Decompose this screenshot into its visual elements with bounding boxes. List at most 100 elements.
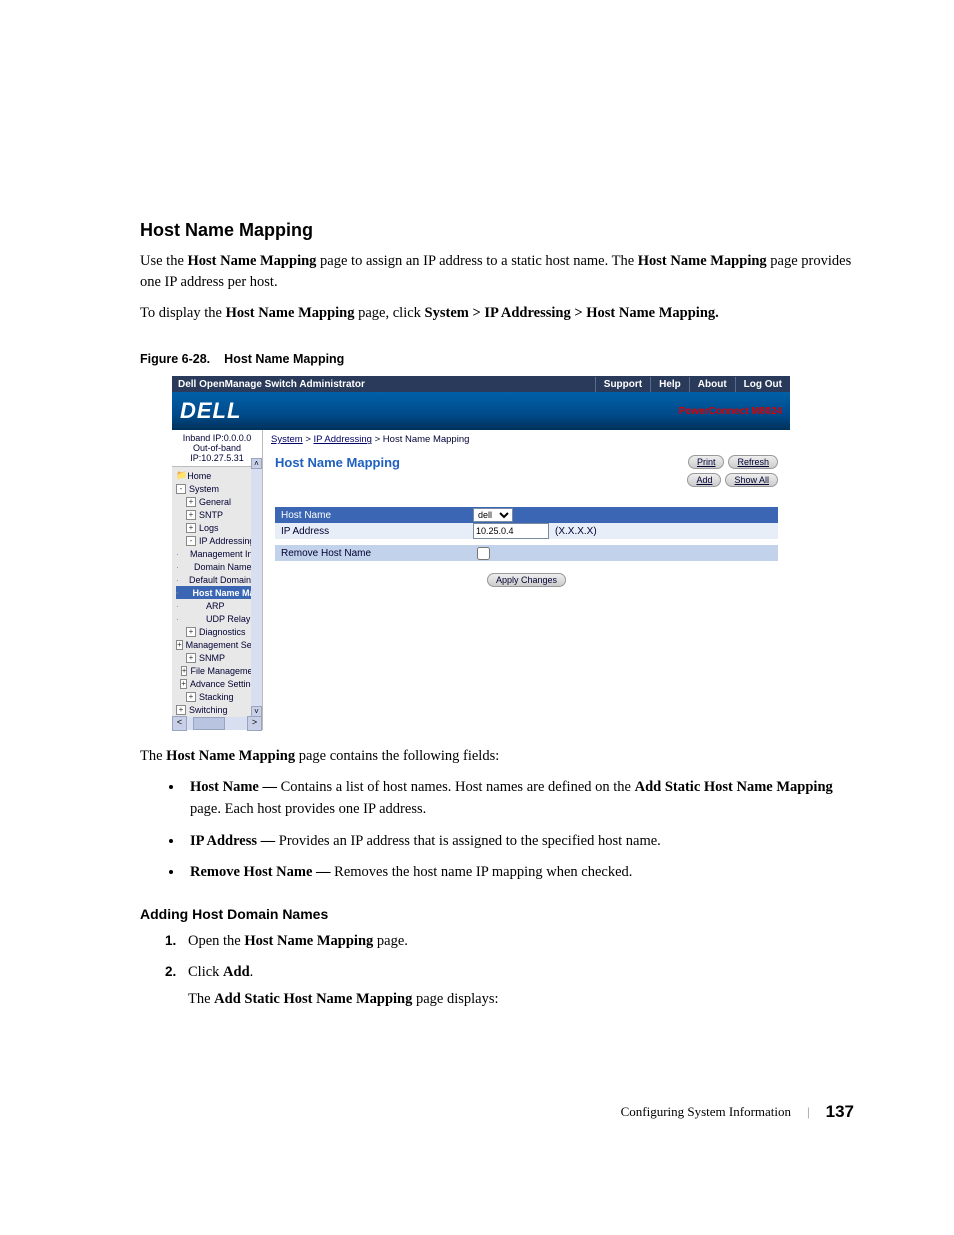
text-bold: Add Static Host Name Mapping — [635, 779, 833, 795]
steps-list: Open the Host Name Mapping page. Click A… — [140, 930, 854, 1012]
expand-icon[interactable]: + — [186, 692, 196, 702]
text: page contains the following fields: — [295, 748, 499, 764]
app-title: Dell OpenManage Switch Administrator — [172, 379, 595, 390]
tree-system[interactable]: -System — [176, 482, 260, 495]
tree-logs[interactable]: +Logs — [176, 521, 260, 534]
tree-general[interactable]: +General — [176, 495, 260, 508]
tree-file-management[interactable]: +File Management — [176, 664, 260, 677]
footer-separator: | — [807, 1104, 810, 1120]
text-bold: Host Name Mapping — [188, 253, 317, 269]
refresh-button[interactable]: Refresh — [728, 455, 778, 469]
step-item: Click Add. The Add Static Host Name Mapp… — [180, 961, 854, 1011]
tree-home[interactable]: 📁Home — [176, 469, 260, 482]
support-link[interactable]: Support — [595, 377, 650, 392]
logout-link[interactable]: Log Out — [735, 377, 790, 392]
section-heading: Host Name Mapping — [140, 220, 854, 241]
figure-title: Host Name Mapping — [224, 352, 344, 366]
tree-advance-settings[interactable]: +Advance Settings — [176, 677, 260, 690]
tree-stacking[interactable]: +Stacking — [176, 690, 260, 703]
banner: DELL PowerConnect M8024 — [172, 392, 790, 430]
footer-section: Configuring System Information — [621, 1104, 791, 1120]
hostname-select[interactable]: dell — [473, 508, 513, 522]
text-bold: Add Static Host Name Mapping — [214, 991, 412, 1007]
expand-icon[interactable]: + — [186, 510, 196, 520]
expand-icon[interactable]: + — [180, 679, 187, 689]
expand-icon[interactable]: + — [186, 627, 196, 637]
breadcrumb-sep: > — [303, 434, 314, 445]
step-item: Open the Host Name Mapping page. — [180, 930, 854, 953]
expand-icon[interactable]: + — [186, 523, 196, 533]
expand-icon[interactable]: + — [181, 666, 188, 676]
text-bold: Host Name Mapping — [638, 253, 767, 269]
scroll-right-icon[interactable]: > — [247, 716, 262, 731]
tree-host-name-mapping[interactable]: Host Name Map — [176, 586, 260, 599]
text-bold: System > IP Addressing > Host Name Mappi… — [425, 305, 719, 321]
tree-label: Advance Settings — [190, 679, 260, 689]
sidebar-vscrollbar[interactable]: ˄ ˅ — [251, 458, 262, 717]
scroll-left-icon[interactable]: < — [172, 716, 187, 731]
list-item: IP Address — Provides an IP address that… — [184, 831, 854, 853]
showall-button[interactable]: Show All — [725, 473, 778, 487]
tree-label: SNTP — [199, 510, 223, 520]
tree-label: Management Securi — [186, 640, 260, 650]
expand-icon[interactable]: + — [186, 497, 196, 507]
text: Click — [188, 964, 223, 980]
collapse-icon[interactable]: - — [186, 536, 196, 546]
tree-label: Host Name Map — [192, 588, 260, 598]
product-name: PowerConnect M8024 — [241, 406, 782, 417]
text: page. — [373, 933, 408, 949]
scroll-thumb[interactable] — [193, 717, 225, 730]
outband-ip: Out-of-band IP:10.27.5.31 — [176, 443, 258, 463]
tree-snmp[interactable]: +SNMP — [176, 651, 260, 664]
tree-mgmt-security[interactable]: +Management Securi — [176, 638, 260, 651]
tree-arp[interactable]: ARP — [176, 599, 260, 612]
tree-label: ARP — [206, 601, 225, 611]
ip-info-box: Inband IP:0.0.0.0 Out-of-band IP:10.27.5… — [172, 430, 262, 467]
breadcrumb: System > IP Addressing > Host Name Mappi… — [263, 430, 790, 449]
tree-label: Diagnostics — [199, 627, 246, 637]
tree-sntp[interactable]: +SNTP — [176, 508, 260, 521]
scroll-up-icon[interactable]: ˄ — [251, 458, 262, 469]
ipaddress-input[interactable] — [473, 523, 549, 539]
text-bold: Add — [223, 964, 250, 980]
scroll-down-icon[interactable]: ˅ — [251, 706, 262, 717]
tree-default-domain[interactable]: Default Domain N — [176, 573, 260, 586]
text: Open the — [188, 933, 244, 949]
tree-mgmt-int[interactable]: Management Inte — [176, 547, 260, 560]
nav-tree[interactable]: 📁Home -System +General +SNTP +Logs -IP A… — [172, 467, 262, 717]
about-link[interactable]: About — [689, 377, 735, 392]
tree-switching[interactable]: +Switching — [176, 703, 260, 716]
remove-hostname-checkbox[interactable] — [477, 547, 490, 560]
sidebar-hscrollbar[interactable]: < > — [172, 717, 262, 730]
text: The — [140, 748, 166, 764]
tree-label: Stacking — [199, 692, 234, 702]
breadcrumb-sep: > — [372, 434, 383, 445]
expand-icon[interactable]: + — [186, 653, 196, 663]
apply-changes-button[interactable]: Apply Changes — [487, 573, 566, 587]
intro-para-2: To display the Host Name Mapping page, c… — [140, 303, 854, 324]
intro-para-1: Use the Host Name Mapping page to assign… — [140, 251, 854, 293]
text-bold: Host Name Mapping — [244, 933, 373, 949]
inband-ip: Inband IP:0.0.0.0 — [176, 433, 258, 443]
help-link[interactable]: Help — [650, 377, 689, 392]
breadcrumb-system[interactable]: System — [271, 434, 303, 445]
add-button[interactable]: Add — [687, 473, 721, 487]
hostname-label: Host Name — [275, 510, 471, 521]
text: To display the — [140, 305, 226, 321]
tree-diagnostics[interactable]: +Diagnostics — [176, 625, 260, 638]
expand-icon[interactable]: + — [176, 705, 186, 715]
tree-dns[interactable]: Domain Name S — [176, 560, 260, 573]
expand-icon[interactable]: + — [176, 640, 183, 650]
tree-label: General — [199, 497, 231, 507]
tree-ipaddressing[interactable]: -IP Addressing — [176, 534, 260, 547]
tree-label: UDP Relay — [206, 614, 250, 624]
subheading: Adding Host Domain Names — [140, 906, 854, 922]
sidebar: Inband IP:0.0.0.0 Out-of-band IP:10.27.5… — [172, 430, 263, 730]
tree-udp-relay[interactable]: UDP Relay — [176, 612, 260, 625]
print-button[interactable]: Print — [688, 455, 725, 469]
breadcrumb-ipaddressing[interactable]: IP Addressing — [314, 434, 372, 445]
collapse-icon[interactable]: - — [176, 484, 186, 494]
text: page displays: — [412, 991, 498, 1007]
top-links: Support Help About Log Out — [595, 377, 790, 392]
tree-label: Management Inte — [190, 549, 260, 559]
